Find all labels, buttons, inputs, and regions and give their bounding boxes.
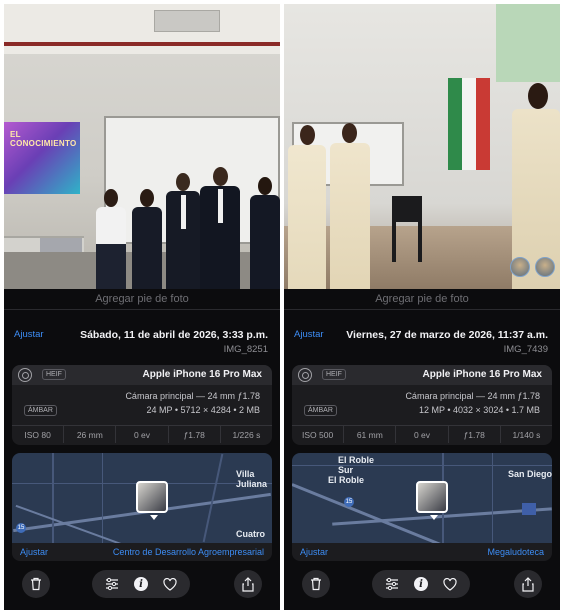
file-name: IMG_7439: [503, 344, 548, 355]
info-sheet: Agregar pie de foto Ajustar Sábado, 11 d…: [4, 289, 280, 610]
stat-iso: ISO 80: [24, 430, 51, 440]
format-badge: HEIF: [42, 369, 66, 380]
resolution: 24 MP • 5712 × 4284 • 2 MB: [146, 405, 260, 415]
person: [250, 177, 280, 289]
ambar-badge: ÁMBAR: [304, 405, 337, 416]
device-name: Apple iPhone 16 Pro Max: [142, 369, 262, 380]
person: [96, 189, 126, 289]
trash-icon: [31, 577, 41, 591]
share-icon: [242, 576, 254, 592]
map-adjust-button[interactable]: Ajustar: [20, 547, 48, 557]
person: [166, 173, 200, 289]
map-footer: Ajustar Centro de Desarrollo Agroempresa…: [12, 543, 272, 561]
info-icon: i: [134, 577, 148, 591]
person: [288, 125, 326, 289]
map-adjust-button[interactable]: Ajustar: [300, 547, 328, 557]
exif-stats: ISO 80 26 mm 0 ev ƒ1.78 1/226 s: [12, 425, 272, 443]
trash-icon: [311, 577, 321, 591]
adjust-date-button[interactable]: Ajustar: [294, 329, 324, 340]
favorite-button[interactable]: [436, 570, 464, 598]
map-photo-pin[interactable]: [136, 481, 168, 520]
map-footer: Ajustar Megaludoteca: [292, 543, 552, 561]
adjust-date-button[interactable]: Ajustar: [14, 329, 44, 340]
info-sheet: Agregar pie de foto Ajustar Viernes, 27 …: [284, 289, 560, 610]
photo-date: Sábado, 11 de abril de 2026, 3:33 p.m.: [80, 329, 268, 341]
bottom-toolbar: i: [4, 564, 280, 604]
route-shield: 15: [344, 497, 354, 507]
photo-right[interactable]: [284, 4, 560, 289]
location-map[interactable]: El Roble Sur El Roble San Diego 15: [292, 453, 552, 543]
bottom-toolbar: i: [284, 564, 560, 604]
photo-info-panel-left: EL CONOCIMIENTO Agregar pie de foto Ajus…: [4, 4, 280, 610]
stat-focal: 26 mm: [63, 426, 115, 443]
resolution: 12 MP • 4032 × 3024 • 1.7 MB: [419, 405, 540, 415]
person-thumbnail[interactable]: [510, 257, 530, 277]
location-name[interactable]: Megaludoteca: [487, 547, 544, 557]
stat-aperture: ƒ1.78: [167, 426, 220, 443]
favorite-button[interactable]: [156, 570, 184, 598]
heart-icon: [163, 577, 177, 591]
stat-focal: 61 mm: [343, 426, 395, 443]
stat-ev: 0 ev: [115, 426, 167, 443]
exif-stats: ISO 500 61 mm 0 ev ƒ1.78 1/140 s: [292, 425, 552, 443]
location-name[interactable]: Centro de Desarrollo Agroempresarial: [113, 547, 264, 557]
camera-lens: Cámara principal — 24 mm ƒ1.78: [405, 391, 540, 401]
stat-aperture: ƒ1.78: [447, 426, 500, 443]
person-thumbnail[interactable]: [535, 257, 555, 277]
sliders-icon: [386, 577, 398, 591]
caption-field[interactable]: Agregar pie de foto: [4, 293, 280, 305]
stat-ev: 0 ev: [395, 426, 447, 443]
map-label: Cuatro: [236, 529, 265, 539]
edit-button[interactable]: [98, 570, 126, 598]
photo-date: Viernes, 27 de marzo de 2026, 11:37 a.m.: [346, 329, 548, 341]
file-name: IMG_8251: [223, 344, 268, 355]
lens-icon: [18, 368, 32, 382]
photo-info-panel-right: Agregar pie de foto Ajustar Viernes, 27 …: [284, 4, 560, 610]
map-label: El Roble Sur: [338, 455, 375, 475]
info-icon: i: [414, 577, 428, 591]
projector: [154, 10, 220, 32]
projection-screen: EL CONOCIMIENTO: [4, 122, 80, 194]
stat-shutter: 1/226 s: [219, 426, 272, 443]
lens-icon: [298, 368, 312, 382]
ambar-badge: ÁMBAR: [24, 405, 57, 416]
stat-iso: ISO 500: [302, 430, 334, 440]
flag: [448, 78, 490, 170]
sliders-icon: [106, 577, 118, 591]
info-button[interactable]: i: [407, 570, 435, 598]
format-badge: HEIF: [322, 369, 346, 380]
map-label: San Diego: [508, 469, 552, 479]
device-name: Apple iPhone 16 Pro Max: [422, 369, 542, 380]
chair: [392, 196, 422, 222]
delete-button[interactable]: [22, 570, 50, 598]
delete-button[interactable]: [302, 570, 330, 598]
screenshot-collage: EL CONOCIMIENTO Agregar pie de foto Ajus…: [0, 0, 562, 614]
map-label: El Roble: [328, 475, 365, 485]
edit-button[interactable]: [378, 570, 406, 598]
location-map[interactable]: Villa Juliana Cuatro 15: [12, 453, 272, 543]
person: [330, 123, 370, 289]
share-button[interactable]: [514, 570, 542, 598]
camera-lens: Cámara principal — 24 mm ƒ1.78: [125, 391, 260, 401]
share-button[interactable]: [234, 570, 262, 598]
heart-icon: [443, 577, 457, 591]
caption-field[interactable]: Agregar pie de foto: [284, 293, 560, 305]
projection-screen: [496, 4, 560, 82]
route-shield: 15: [16, 523, 26, 533]
person: [132, 189, 162, 289]
stat-shutter: 1/140 s: [499, 426, 552, 443]
share-icon: [522, 576, 534, 592]
camera-info-card: HEIF Apple iPhone 16 Pro Max Cámara prin…: [12, 365, 272, 445]
person: [200, 167, 240, 289]
map-label: Villa Juliana: [236, 469, 268, 489]
info-button[interactable]: i: [127, 570, 155, 598]
photo-left[interactable]: EL CONOCIMIENTO: [4, 4, 280, 289]
map-photo-pin[interactable]: [416, 481, 448, 520]
camera-info-card: HEIF Apple iPhone 16 Pro Max Cámara prin…: [292, 365, 552, 445]
